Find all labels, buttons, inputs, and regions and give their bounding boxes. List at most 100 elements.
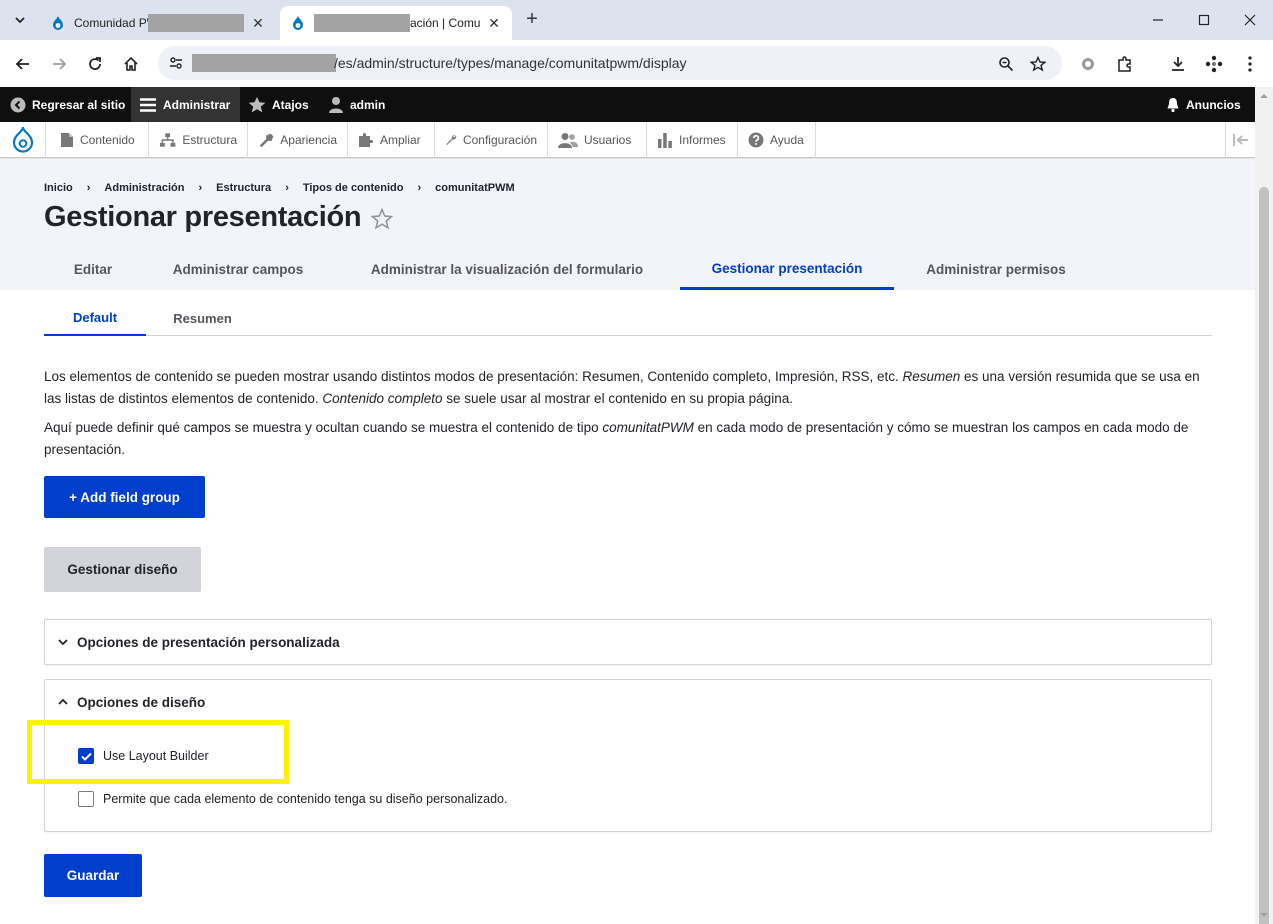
tray-item-label: Contenido	[80, 133, 135, 147]
user-label: admin	[350, 97, 386, 112]
layout-options-label: Opciones de diseño	[77, 694, 206, 710]
home-button[interactable]	[117, 50, 145, 78]
star-icon	[248, 96, 266, 112]
zoom-icon	[999, 57, 1014, 72]
tray-item-reports[interactable]: Informes	[647, 122, 738, 158]
breadcrumb-item-content-types[interactable]: Tipos de contenido	[303, 182, 404, 194]
browser-tab-2[interactable]: ación | Comu ✕	[280, 6, 512, 40]
tab-manage-fields[interactable]: Administrar campos	[142, 249, 334, 290]
allow-custom-layout-label[interactable]: Permite que cada elemento de contenido t…	[103, 792, 507, 806]
address-bar[interactable]: /es/admin/structure/types/manage/comunit…	[158, 46, 1062, 80]
chevron-down-icon	[58, 639, 68, 646]
downloads-button[interactable]	[1166, 52, 1190, 76]
custom-display-summary[interactable]: Opciones de presentación personalizada	[45, 620, 1211, 664]
tray-item-content[interactable]: Contenido	[50, 122, 149, 158]
manage-tab[interactable]: Administrar	[131, 87, 240, 122]
tray-item-help[interactable]: Ayuda	[738, 122, 816, 158]
arrow-right-icon	[53, 58, 67, 70]
manage-label: Administrar	[163, 97, 231, 112]
forward-button[interactable]	[45, 50, 73, 78]
tray-item-people[interactable]: Usuarios	[548, 122, 647, 158]
breadcrumb-item-home[interactable]: Inicio	[44, 182, 73, 194]
add-field-group-button[interactable]: + Add field group	[44, 476, 205, 518]
help-icon	[748, 132, 764, 148]
tab-manage-form-display[interactable]: Administrar la visualización del formula…	[334, 249, 680, 290]
home-icon	[124, 56, 138, 71]
allow-custom-layout-checkbox[interactable]	[78, 791, 94, 807]
puzzle-icon	[1118, 56, 1131, 72]
breadcrumb-item-type[interactable]: comunitatPWM	[435, 182, 514, 194]
custom-display-label: Opciones de presentación personalizada	[77, 634, 340, 650]
back-button[interactable]	[9, 50, 37, 78]
admin-tray: Contenido Estructura Apariencia Ampliar …	[0, 122, 1255, 158]
page-scrollbar[interactable]	[1255, 87, 1273, 924]
hamburger-icon	[140, 97, 156, 112]
window-close-button[interactable]	[1230, 8, 1270, 32]
extensions-menu-button[interactable]	[1113, 52, 1137, 76]
tray-item-label: Apariencia	[280, 133, 337, 147]
people-icon	[558, 133, 578, 148]
tray-item-label: Ayuda	[770, 133, 804, 147]
description-paragraph-2: Aquí puede definir qué campos se muestra…	[44, 420, 1189, 457]
scrollbar-thumb[interactable]	[1259, 187, 1269, 924]
collapse-tray-button[interactable]	[1225, 122, 1255, 158]
browser-tab-1[interactable]: Comunidad PW ✕	[40, 6, 276, 40]
profile-avatar-icon	[1205, 55, 1223, 73]
structure-icon	[159, 133, 176, 147]
page-header: Inicio › Administración › Estructura › T…	[0, 159, 1255, 290]
tray-item-extend[interactable]: Ampliar	[348, 122, 435, 158]
browser-menu-button[interactable]	[1238, 52, 1262, 76]
tab-manage-permissions[interactable]: Administrar permisos	[894, 249, 1098, 290]
breadcrumb-item-structure[interactable]: Estructura	[216, 182, 271, 194]
breadcrumb-item-admin[interactable]: Administración	[104, 182, 184, 194]
reload-button[interactable]	[81, 50, 109, 78]
tab-teaser[interactable]: Resumen	[146, 300, 259, 336]
secondary-tabs: Default Resumen	[44, 300, 1212, 336]
allow-custom-layout-row: Permite que cada elemento de contenido t…	[78, 791, 507, 807]
custom-display-settings: Opciones de presentación personalizada	[44, 619, 1212, 665]
shortcuts-tab[interactable]: Atajos	[240, 87, 317, 122]
redacted-block	[192, 54, 336, 72]
star-icon	[1030, 56, 1046, 72]
content-icon	[61, 133, 73, 147]
scroll-up-icon[interactable]	[1259, 91, 1269, 101]
tab-search-button[interactable]	[7, 8, 33, 32]
new-tab-button[interactable]: +	[520, 8, 544, 32]
tray-item-label: Informes	[679, 133, 726, 147]
profile-button[interactable]	[1202, 52, 1226, 76]
zoom-button[interactable]	[996, 54, 1016, 74]
save-button[interactable]: Guardar	[44, 854, 142, 897]
tray-item-appearance[interactable]: Apariencia	[248, 122, 348, 158]
tab-default[interactable]: Default	[44, 300, 146, 336]
maximize-button[interactable]	[1184, 8, 1224, 32]
browser-tab-2-title: ación | Comu	[410, 16, 481, 30]
shortcut-star-icon[interactable]	[371, 208, 393, 230]
scroll-down-icon[interactable]	[1259, 910, 1269, 920]
user-tab[interactable]: admin	[320, 87, 393, 122]
maximize-icon	[1198, 14, 1210, 26]
announcements-tab[interactable]: Anuncios	[1158, 87, 1249, 122]
close-tab-icon[interactable]: ✕	[486, 15, 502, 32]
site-info-button[interactable]	[166, 53, 186, 73]
drupal-favicon-icon	[53, 16, 63, 30]
tab-edit[interactable]: Editar	[44, 249, 142, 290]
reports-icon	[658, 133, 672, 148]
bookmark-button[interactable]	[1028, 54, 1048, 74]
config-icon	[446, 135, 457, 145]
tray-item-structure[interactable]: Estructura	[149, 122, 248, 158]
breadcrumb-separator: ›	[285, 182, 289, 194]
minimize-button[interactable]	[1138, 8, 1178, 32]
layout-options-summary[interactable]: Opciones de diseño	[45, 680, 1211, 724]
tab-manage-display[interactable]: Gestionar presentación	[680, 249, 894, 290]
back-to-site-link[interactable]: Regresar al sitio	[2, 87, 133, 122]
description-paragraph-1: Los elementos de contenido se pueden mos…	[44, 369, 1200, 406]
arrow-left-icon	[15, 58, 29, 70]
drupal-logo-icon[interactable]	[0, 122, 46, 158]
redacted-block	[148, 14, 244, 32]
extension-button[interactable]	[1076, 52, 1100, 76]
shortcuts-label: Atajos	[272, 97, 309, 112]
close-tab-icon[interactable]: ✕	[250, 15, 266, 32]
manage-layout-button[interactable]: Gestionar diseño	[44, 547, 201, 592]
drupal-favicon-icon	[293, 16, 303, 30]
tray-item-configuration[interactable]: Configuración	[435, 122, 548, 158]
